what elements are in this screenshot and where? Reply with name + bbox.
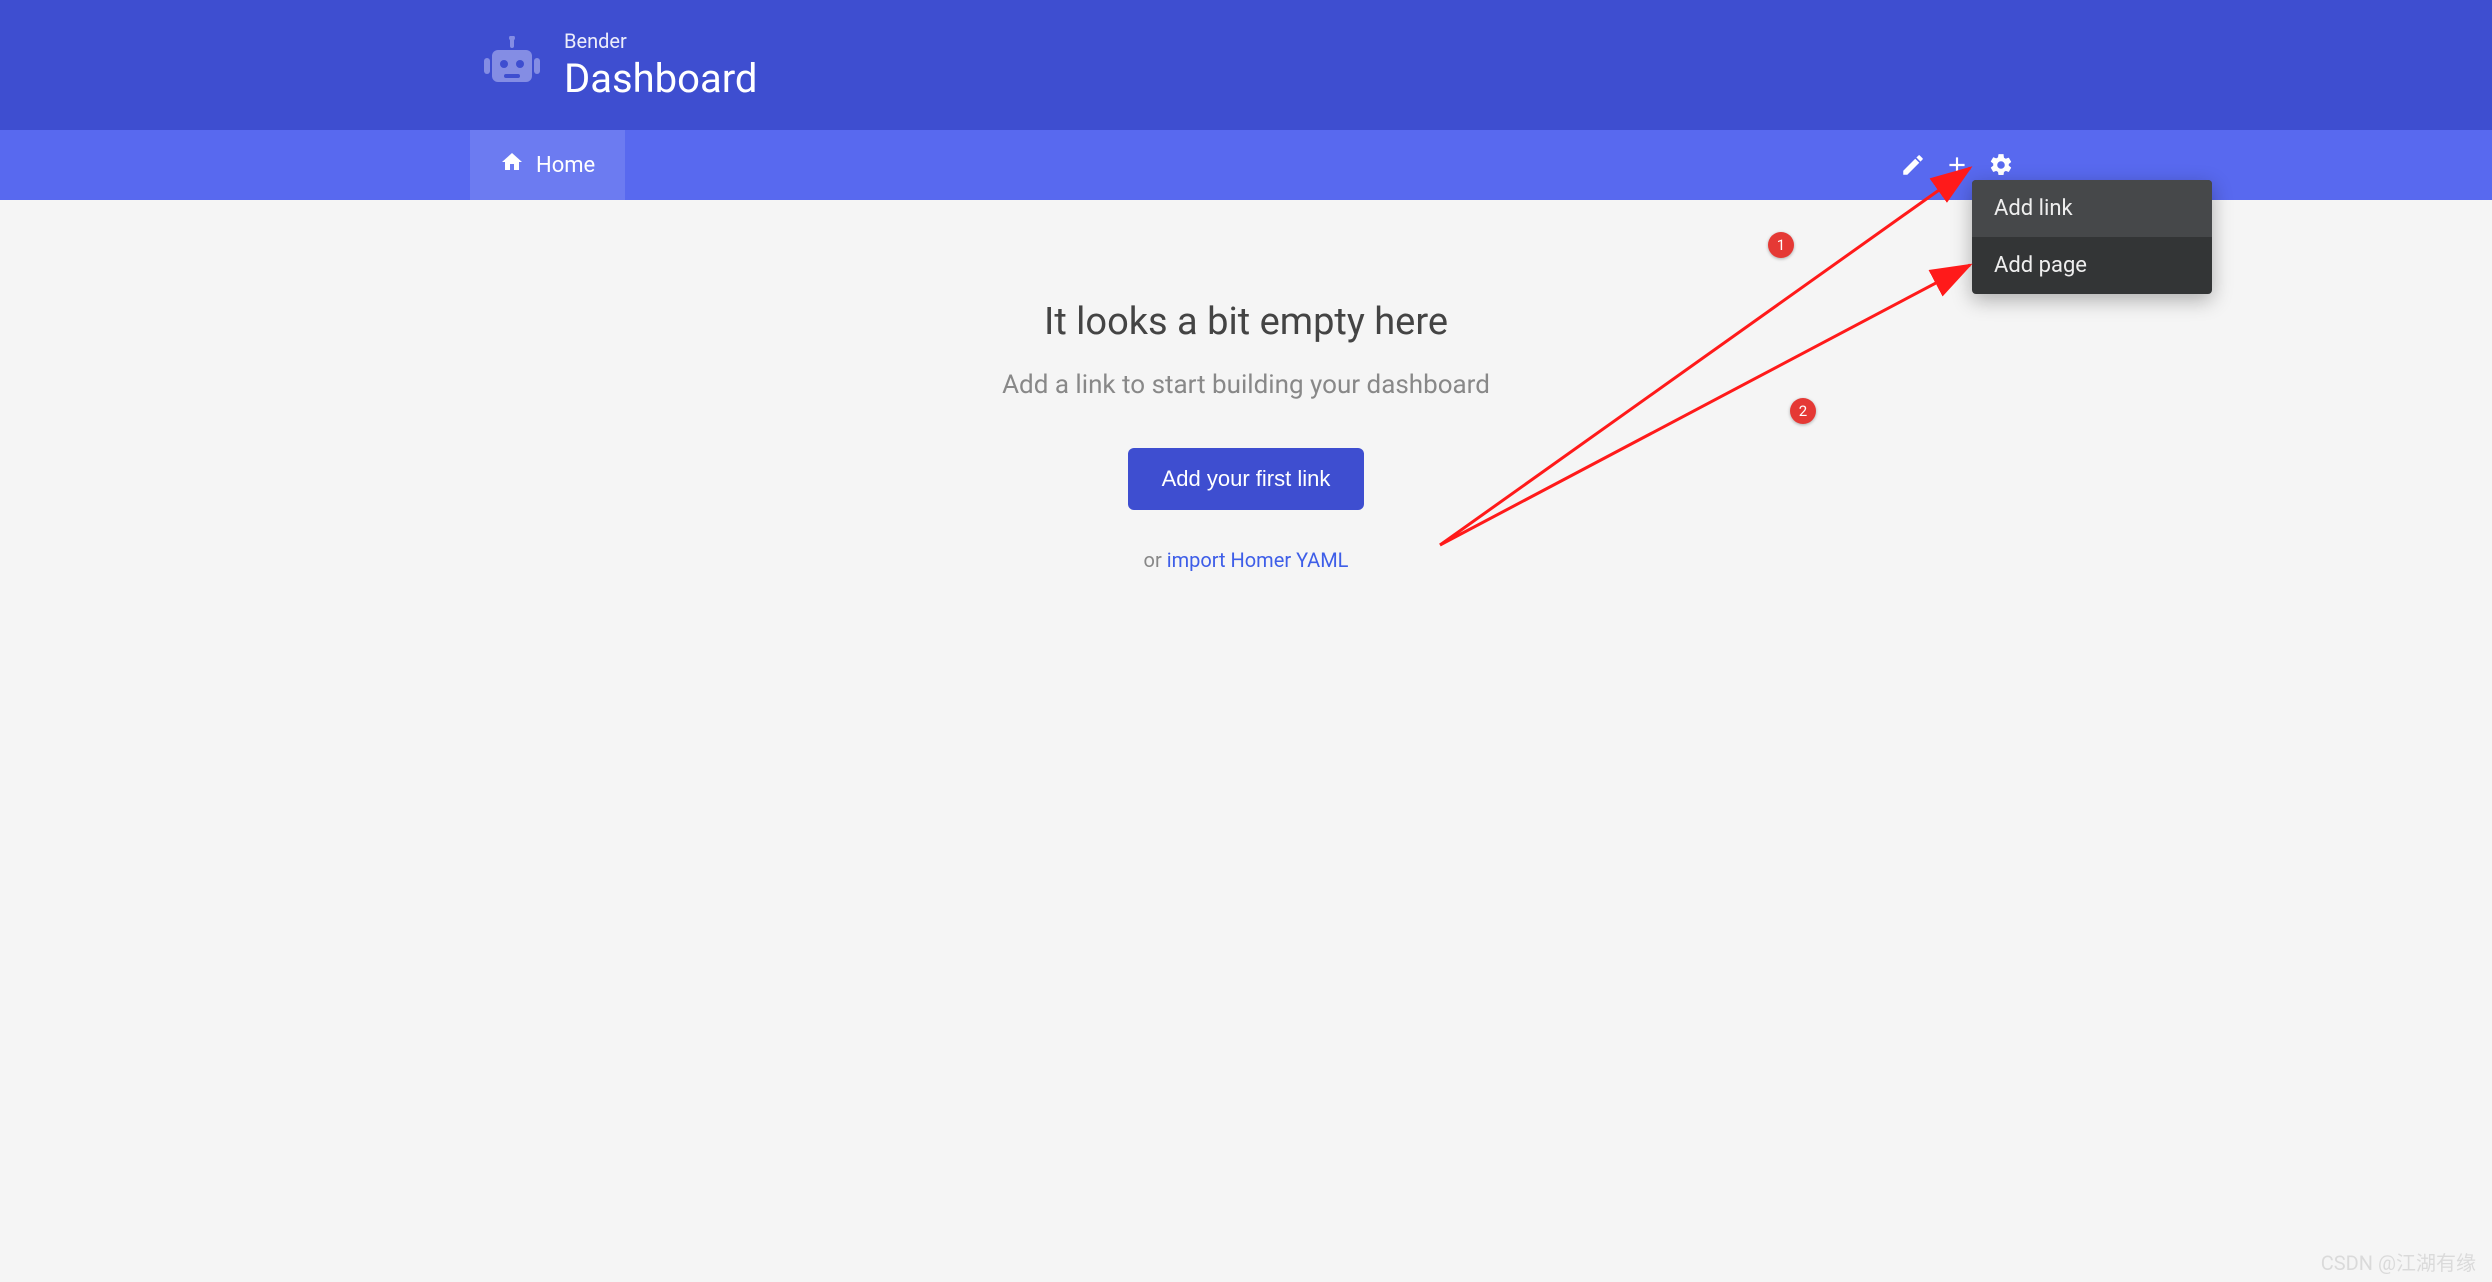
- empty-heading: It looks a bit empty here: [0, 300, 2492, 344]
- import-homer-link[interactable]: import Homer YAML: [1167, 548, 1349, 572]
- plus-icon[interactable]: [1944, 152, 1970, 178]
- add-first-link-button[interactable]: Add your first link: [1128, 448, 1365, 510]
- add-dropdown: Add link Add page: [1972, 180, 2212, 294]
- watermark: CSDN @江湖有缘: [2321, 1247, 2476, 1276]
- logo-block: Bender Dashboard: [480, 29, 757, 102]
- home-icon: [500, 150, 524, 180]
- app-title: Dashboard: [564, 55, 757, 102]
- or-line: or import Homer YAML: [0, 548, 2492, 572]
- nav-tab-home[interactable]: Home: [470, 130, 625, 200]
- dropdown-item-add-page[interactable]: Add page: [1972, 237, 2212, 294]
- app-subtitle: Bender: [564, 29, 757, 53]
- nav-tab-label: Home: [536, 153, 595, 178]
- edit-icon[interactable]: [1900, 152, 1926, 178]
- empty-subtext: Add a link to start building your dashbo…: [0, 370, 2492, 400]
- app-header: Bender Dashboard: [0, 0, 2492, 130]
- or-prefix: or: [1144, 548, 1167, 572]
- robot-icon: [480, 36, 544, 94]
- dropdown-item-add-link[interactable]: Add link: [1972, 180, 2212, 237]
- gear-icon[interactable]: [1988, 152, 2014, 178]
